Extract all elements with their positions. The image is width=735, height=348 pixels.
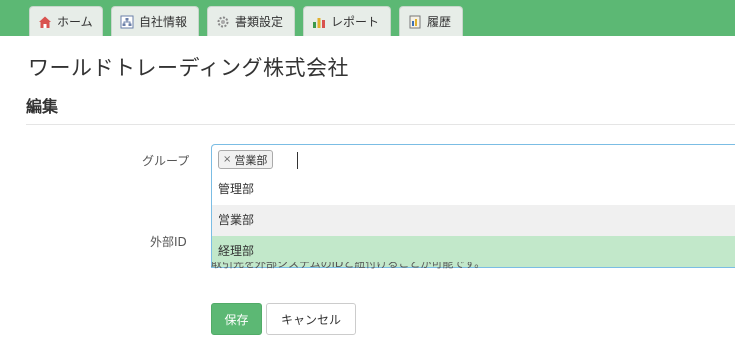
tab-report-label: レポート xyxy=(331,15,380,29)
page-title: ワールドトレーディング株式会社 xyxy=(28,56,350,80)
tab-company-info-label: 自社情報 xyxy=(139,15,188,29)
group-label: グループ xyxy=(142,154,190,168)
tab-history-label: 履歴 xyxy=(427,15,452,29)
group-multiselect[interactable]: × 営業部 xyxy=(211,144,735,175)
option-sales-dept[interactable]: 営業部 xyxy=(212,205,735,236)
tab-home-label: ホーム xyxy=(57,15,93,29)
top-nav-bar: ホーム 自社情報 書類設定 レポート 履歴 xyxy=(0,0,735,36)
chip-label: 営業部 xyxy=(234,153,268,167)
option-admin-dept[interactable]: 管理部 xyxy=(212,174,735,205)
cancel-button[interactable]: キャンセル xyxy=(266,303,356,335)
history-book-icon xyxy=(408,15,422,29)
gear-icon xyxy=(216,15,230,29)
tab-history[interactable]: 履歴 xyxy=(399,6,463,36)
external-id-help-text-content: 取引先を外部システムのIDと紐付けることが可能です。 xyxy=(211,262,486,270)
tab-document-settings[interactable]: 書類設定 xyxy=(207,6,295,36)
tab-home[interactable]: ホーム xyxy=(29,6,103,36)
external-id-help-text: 取引先を外部システムのIDと紐付けることが可能です。 xyxy=(211,262,731,274)
org-chart-icon xyxy=(120,15,134,29)
home-icon xyxy=(38,15,52,29)
save-button[interactable]: 保存 xyxy=(211,303,262,335)
group-options-dropdown: 管理部 営業部 経理部 xyxy=(211,174,735,268)
section-title: 編集 xyxy=(26,97,59,116)
tab-report[interactable]: レポート xyxy=(303,6,391,36)
chip-remove-icon[interactable]: × xyxy=(223,154,231,165)
tab-document-settings-label: 書類設定 xyxy=(235,15,284,29)
tab-company-info[interactable]: 自社情報 xyxy=(111,6,199,36)
section-divider xyxy=(26,124,735,125)
bar-chart-icon xyxy=(312,15,326,29)
selected-group-chip: × 営業部 xyxy=(218,150,274,169)
external-id-label: 外部ID xyxy=(150,235,187,249)
text-caret xyxy=(297,152,298,169)
